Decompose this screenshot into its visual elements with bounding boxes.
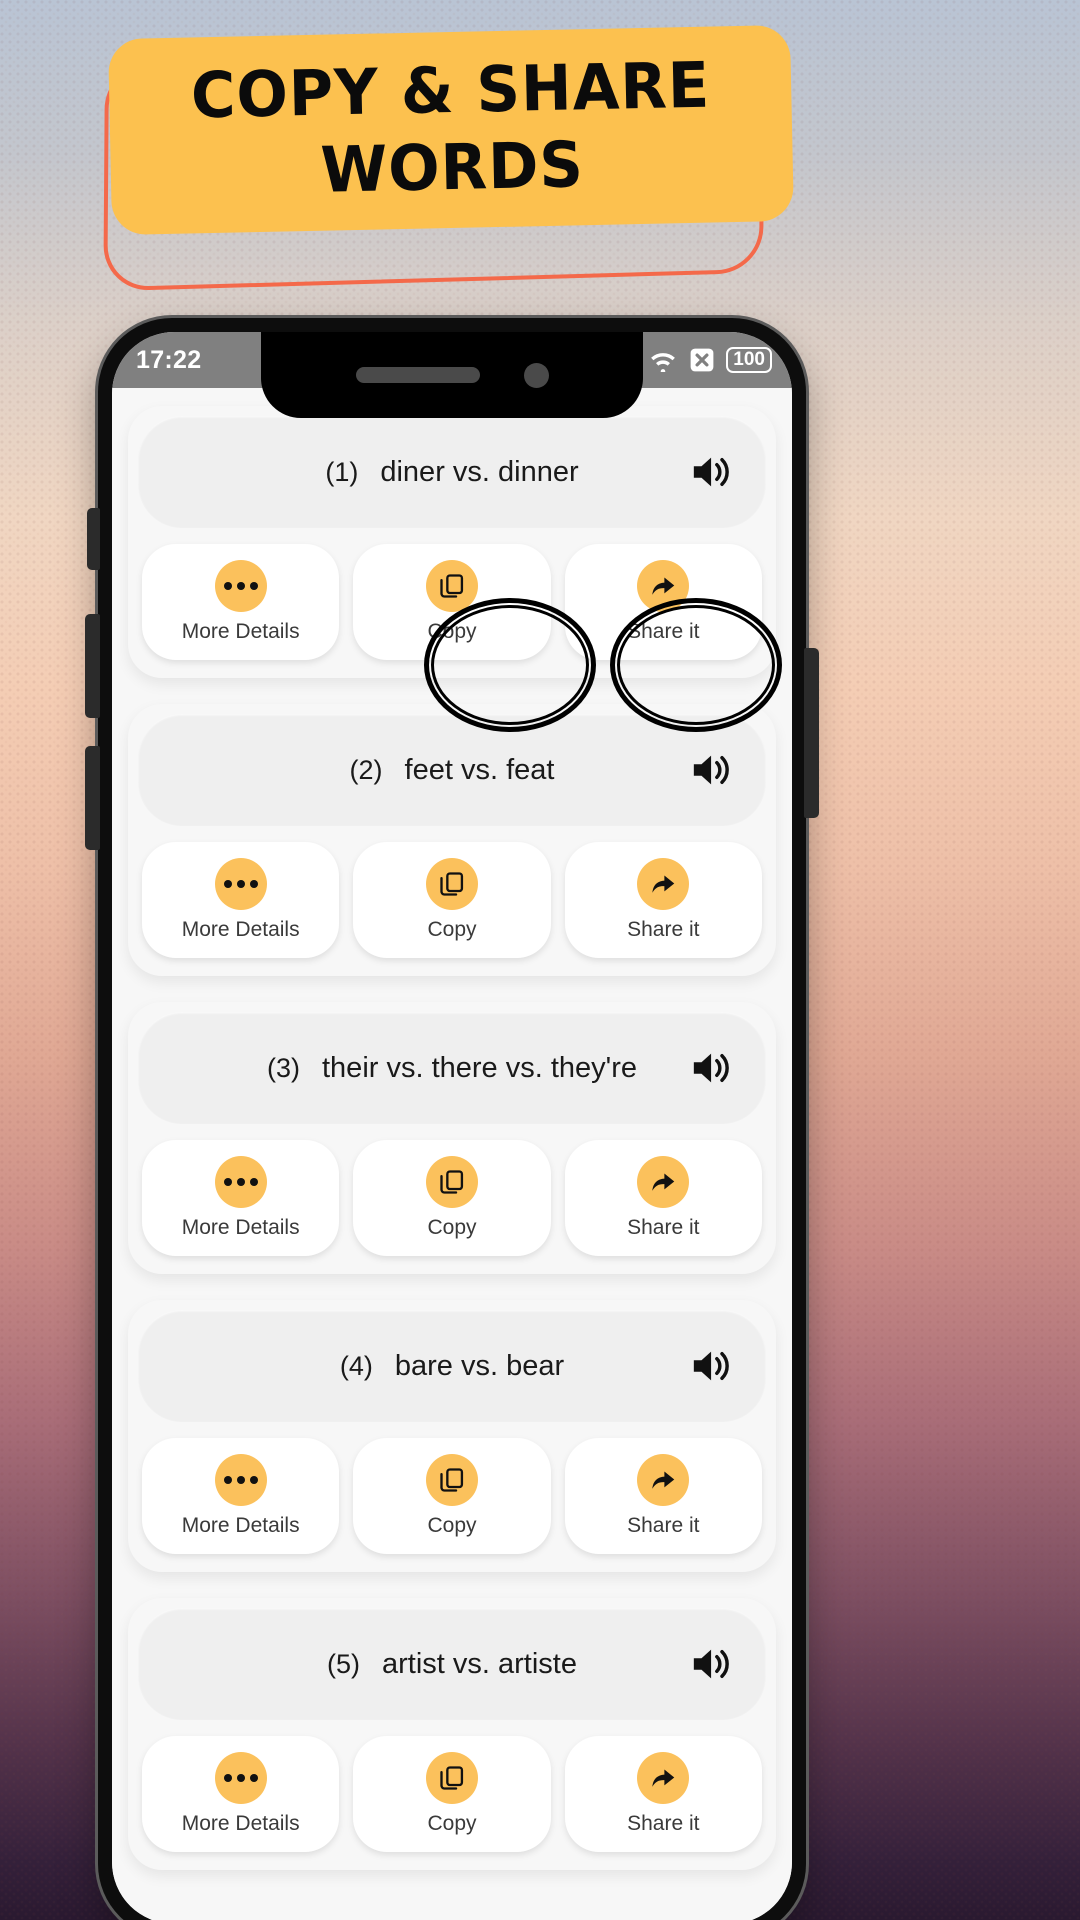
more-details-button[interactable]: More Details <box>142 1140 340 1256</box>
action-row: More Details Copy Share it <box>138 1736 766 1852</box>
copy-icon <box>425 1752 478 1804</box>
speaker-icon[interactable] <box>690 1045 736 1091</box>
phrase-text: artist vs. artiste <box>382 1647 577 1680</box>
share-button[interactable]: Share it <box>564 1736 762 1852</box>
more-dots-icon <box>214 1752 267 1804</box>
copy-button[interactable]: Copy <box>353 1736 551 1852</box>
copy-label: Copy <box>427 918 477 941</box>
phone-screen: 17:22 100 (1) diner vs. dinner More Deta… <box>112 332 792 1920</box>
share-label: Share it <box>627 620 700 643</box>
more-dots-icon <box>214 1156 267 1208</box>
share-button[interactable]: Share it <box>564 1438 762 1554</box>
more-details-button[interactable]: More Details <box>142 842 340 958</box>
power-button[interactable] <box>804 648 819 818</box>
phrase-row[interactable]: (2) feet vs. feat <box>138 714 766 826</box>
more-dots-icon <box>214 858 267 910</box>
share-button[interactable]: Share it <box>564 1140 762 1256</box>
copy-button[interactable]: Copy <box>353 544 551 660</box>
front-camera <box>523 362 549 388</box>
copy-icon <box>425 1156 478 1208</box>
banner-plate: COPY & SHARE WORDS <box>108 24 794 236</box>
list-item: (2) feet vs. feat More Details Copy Shar… <box>128 704 776 976</box>
list-item: (1) diner vs. dinner More Details Copy S… <box>128 406 782 732</box>
share-button[interactable]: Share it <box>564 544 762 660</box>
share-button[interactable]: Share it <box>564 842 762 958</box>
more-details-button[interactable]: More Details <box>142 1736 340 1852</box>
share-arrow-icon <box>637 560 690 612</box>
phone-notch <box>261 332 643 418</box>
more-details-label: More Details <box>181 1514 300 1537</box>
share-arrow-icon <box>637 858 690 910</box>
phone-mockup: 17:22 100 (1) diner vs. dinner More Deta… <box>85 318 819 1920</box>
copy-icon <box>425 1454 478 1506</box>
action-row: More Details Copy Share it <box>138 544 766 660</box>
banner-line-2: WORDS <box>319 128 585 207</box>
share-arrow-icon <box>637 1454 690 1506</box>
volume-down-button[interactable] <box>85 746 100 850</box>
phrase-list[interactable]: (1) diner vs. dinner More Details Copy S… <box>112 388 792 1920</box>
status-bar-clock: 17:22 <box>136 345 202 374</box>
earpiece-speaker <box>355 367 480 383</box>
banner-text: COPY & SHARE WORDS <box>190 48 712 213</box>
headline-banner: COPY & SHARE WORDS <box>102 24 802 292</box>
phrase-number: (1) <box>325 456 359 487</box>
more-details-button[interactable]: More Details <box>142 544 340 660</box>
phrase-text: their vs. there vs. they're <box>322 1051 637 1084</box>
copy-label: Copy <box>427 1514 477 1537</box>
action-row: More Details Copy Share it <box>138 1438 766 1554</box>
copy-button[interactable]: Copy <box>353 1438 551 1554</box>
status-bar-icons: 100 <box>648 347 772 373</box>
no-sim-icon <box>690 348 714 372</box>
status-bar: 17:22 100 <box>112 332 792 418</box>
copy-button[interactable]: Copy <box>353 842 551 958</box>
phrase-number: (5) <box>327 1648 360 1679</box>
copy-label: Copy <box>427 1216 477 1239</box>
phrase-row[interactable]: (5) artist vs. artiste <box>138 1608 766 1720</box>
list-item: (4) bare vs. bear More Details Copy Shar… <box>128 1300 776 1572</box>
phrase-number: (3) <box>267 1052 300 1083</box>
more-dots-icon <box>214 1454 267 1506</box>
phrase-text: diner vs. dinner <box>380 455 579 488</box>
phrase-text: bare vs. bear <box>394 1349 565 1382</box>
more-details-label: More Details <box>181 1812 300 1835</box>
phrase-number: (2) <box>349 754 383 785</box>
share-label: Share it <box>627 1514 700 1537</box>
phrase-number: (4) <box>339 1350 373 1381</box>
more-details-label: More Details <box>181 620 300 643</box>
list-item: (5) artist vs. artiste More Details Copy… <box>128 1598 776 1870</box>
poster-root: COPY & SHARE WORDS 17:22 100 (1) diner v… <box>0 0 1080 1920</box>
speaker-icon[interactable] <box>690 747 736 793</box>
wifi-icon <box>651 353 676 372</box>
action-row: More Details Copy Share it <box>138 1140 766 1256</box>
share-arrow-icon <box>637 1752 690 1804</box>
mute-switch-button[interactable] <box>87 508 100 570</box>
volume-up-button[interactable] <box>85 614 100 718</box>
more-details-label: More Details <box>181 1216 300 1239</box>
copy-icon <box>425 858 478 910</box>
share-label: Share it <box>627 1812 700 1835</box>
speaker-icon[interactable] <box>690 449 736 495</box>
banner-line-1: COPY & SHARE <box>189 48 711 133</box>
share-label: Share it <box>627 918 700 941</box>
action-row: More Details Copy Share it <box>138 842 766 958</box>
speaker-icon[interactable] <box>690 1641 736 1687</box>
battery-icon: 100 <box>726 347 772 373</box>
list-item: (3) their vs. there vs. they're More Det… <box>128 1002 776 1274</box>
copy-label: Copy <box>427 1812 477 1835</box>
more-details-label: More Details <box>181 918 300 941</box>
phrase-row[interactable]: (3) their vs. there vs. they're <box>138 1012 766 1124</box>
speaker-icon[interactable] <box>690 1343 736 1389</box>
share-arrow-icon <box>637 1156 690 1208</box>
more-details-button[interactable]: More Details <box>142 1438 340 1554</box>
phrase-row[interactable]: (4) bare vs. bear <box>138 1310 766 1422</box>
phrase-text: feet vs. feat <box>404 753 555 786</box>
share-label: Share it <box>627 1216 700 1239</box>
copy-icon <box>425 560 478 612</box>
phrase-row[interactable]: (1) diner vs. dinner <box>138 416 766 528</box>
copy-button[interactable]: Copy <box>353 1140 551 1256</box>
more-dots-icon <box>214 560 267 612</box>
copy-label: Copy <box>427 620 477 643</box>
